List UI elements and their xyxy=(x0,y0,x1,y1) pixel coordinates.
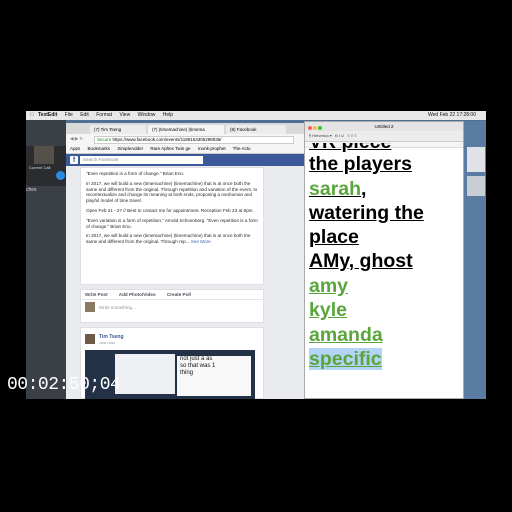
bookmarks-bar: Apps Bookmarks SimpleAdder Rare Aphex Tw… xyxy=(66,144,306,154)
event-paragraph: "Even repetition is a form of change." B… xyxy=(86,171,185,176)
doc-line: AMy, ghost xyxy=(309,250,413,272)
menu-clock[interactable]: Wed Feb 22 17:28:00 xyxy=(428,111,476,120)
url-text: https://www.facebook.com/events/11891633… xyxy=(112,137,222,142)
textedit-document[interactable]: VR piece the players sarah, watering the… xyxy=(305,143,463,398)
secure-label: Secure xyxy=(97,137,112,142)
facebook-logo-icon[interactable]: f xyxy=(70,156,78,164)
minimize-icon[interactable] xyxy=(313,126,317,130)
bookmark-actu[interactable]: The Actu xyxy=(233,146,251,151)
close-icon[interactable] xyxy=(308,126,312,130)
call-side-label: ches xyxy=(26,187,37,193)
facebook-header: f Search Facebook xyxy=(66,154,306,166)
menu-window[interactable]: Window xyxy=(138,112,156,118)
screenshot-text: not just a as so that was 1 thing xyxy=(177,356,251,396)
bookmark-monk[interactable]: monk-prophet xyxy=(198,146,226,151)
composer-actions: Write Post Add Photo/Video Create Poll xyxy=(81,290,263,300)
textedit-format-toolbar[interactable]: ¶ Helvetica ▾ B I U ≡ ≡ ≡ xyxy=(305,131,463,142)
bookmark-simpleadder[interactable]: SimpleAdder xyxy=(117,146,143,151)
menu-format[interactable]: Format xyxy=(96,112,112,118)
textedit-titlebar: Untitled 2 xyxy=(305,122,463,131)
doc-word-green: sarah xyxy=(309,178,362,200)
create-poll-button[interactable]: Create Poll xyxy=(167,292,191,297)
tab-strip: (7) Tim Tseng (7) (timemachine) (timema … xyxy=(66,123,306,134)
nav-arrows-icon[interactable]: ◀ ▶ ↻ xyxy=(70,134,83,144)
desktop-thumbnail[interactable] xyxy=(467,147,485,172)
doc-line: specific xyxy=(309,348,382,370)
menu-view[interactable]: View xyxy=(119,112,130,118)
doc-selection: specific xyxy=(309,348,382,370)
tab-timemachine[interactable]: (7) (timemachine) (timema xyxy=(148,125,224,134)
add-photo-button[interactable]: Add Photo/Video xyxy=(119,292,156,297)
doc-line: place xyxy=(309,226,359,248)
call-video-thumbnail xyxy=(34,146,54,164)
doc-line: VR piece xyxy=(309,143,391,153)
event-paragraph: In 2017, we will build a new (timemachin… xyxy=(86,233,258,245)
bookmark-bookmarks[interactable]: Bookmarks xyxy=(88,146,111,151)
screenshot-panel xyxy=(115,354,175,394)
address-bar: ◀ ▶ ↻ Secure https://www.facebook.com/ev… xyxy=(66,134,306,144)
doc-punct: , xyxy=(361,178,367,200)
zoom-icon[interactable] xyxy=(318,126,322,130)
browser-window: (7) Tim Tseng (7) (timemachine) (timema … xyxy=(66,123,306,399)
menu-app-name[interactable]: TextEdit xyxy=(38,112,57,118)
doc-line: the players xyxy=(309,153,412,175)
screenshot-line: thing xyxy=(180,370,194,376)
post-timestamp[interactable]: Just now xyxy=(99,340,115,345)
doc-line: watering the xyxy=(309,202,424,224)
tab-tim-tseng[interactable]: (7) Tim Tseng xyxy=(90,125,146,134)
textedit-window: Untitled 2 ¶ Helvetica ▾ B I U ≡ ≡ ≡ VR … xyxy=(304,121,464,399)
event-paragraph-text: In 2017, we will build a new (timemachin… xyxy=(86,233,251,245)
desktop-thumbnail[interactable] xyxy=(467,176,485,196)
avatar xyxy=(85,334,95,344)
avatar xyxy=(85,302,95,312)
menu-edit[interactable]: Edit xyxy=(80,112,89,118)
facebook-right-column xyxy=(276,167,306,367)
post-composer: Write Post Add Photo/Video Create Poll W… xyxy=(80,289,264,323)
url-field[interactable]: Secure https://www.facebook.com/events/1… xyxy=(94,136,294,144)
window-controls xyxy=(308,124,323,133)
facebook-search-input[interactable]: Search Facebook xyxy=(80,156,203,164)
textedit-title: Untitled 2 xyxy=(374,124,394,129)
event-paragraph: In 2017, we will build a new (timemachin… xyxy=(86,180,258,204)
menu-help[interactable]: Help xyxy=(163,112,173,118)
event-paragraph: "Even variation is a form of repetition.… xyxy=(86,217,258,229)
doc-line: amy xyxy=(309,275,349,297)
composer-input[interactable]: Write something... xyxy=(99,305,136,310)
screenshot-line: not just a as xyxy=(180,356,213,362)
doc-line: sarah, xyxy=(309,178,366,200)
tab-facebook[interactable]: (8) Facebook xyxy=(226,125,286,134)
see-more-link[interactable]: See More xyxy=(191,239,211,244)
bookmark-aphex[interactable]: Rare Aphex Twin ge xyxy=(150,146,190,151)
video-timecode: 00:02:50;04 xyxy=(7,375,121,395)
event-description: "Even repetition is a form of change." B… xyxy=(80,167,264,285)
bookmark-apps[interactable]: Apps xyxy=(70,146,80,151)
doc-line: amanda xyxy=(309,324,383,346)
menu-file[interactable]: File xyxy=(65,112,73,118)
write-post-button[interactable]: Write Post xyxy=(85,292,108,297)
doc-line: kyle xyxy=(309,299,347,321)
apple-icon[interactable]:  xyxy=(30,111,34,120)
event-paragraph: Open Feb 21 - 27 // Best to contact me f… xyxy=(86,207,254,213)
menu-bar:  TextEdit File Edit Format View Window … xyxy=(26,111,486,120)
screenshot-line: so that was 1 xyxy=(180,363,216,369)
call-name: Current Call xyxy=(29,165,51,170)
mic-icon[interactable] xyxy=(56,171,65,180)
screen-recording:  TextEdit File Edit Format View Window … xyxy=(26,111,486,399)
